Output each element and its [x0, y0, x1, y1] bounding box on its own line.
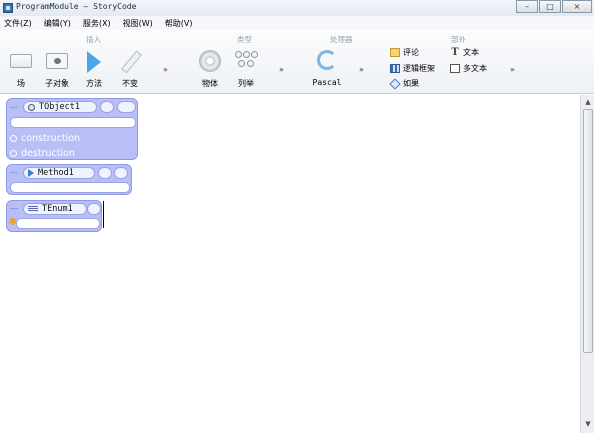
field-label: 场 [17, 79, 25, 88]
child-object-icon [46, 53, 68, 69]
construction-section[interactable]: construction [10, 133, 80, 144]
object-field-bar[interactable] [10, 117, 136, 128]
block-handle[interactable] [10, 208, 18, 209]
method-name: Method1 [38, 168, 74, 178]
invariant-label: 不变 [122, 79, 138, 88]
enum-name: TEnum1 [42, 204, 73, 214]
group-title-parts: 部外 [451, 35, 466, 44]
child-object-label: 子对象 [45, 79, 69, 88]
minimize-button[interactable]: – [516, 0, 538, 13]
object-button[interactable]: 物体 [193, 50, 227, 92]
object-name: TObject1 [39, 102, 80, 112]
destruction-dot-icon [10, 150, 17, 157]
scroll-up-icon[interactable]: ▲ [583, 97, 593, 107]
multi-text-icon [450, 64, 460, 73]
vertical-scrollbar[interactable]: ▲ ▼ [580, 95, 594, 433]
enumeration-icon [234, 50, 258, 72]
menu-file[interactable]: 文件(Z) [4, 18, 32, 29]
menu-view[interactable]: 视图(W) [123, 18, 153, 29]
block-handle[interactable] [10, 172, 18, 173]
logic-frame-label: 逻辑框架 [403, 64, 435, 73]
pascal-label: Pascal [312, 78, 342, 87]
multi-text-label: 多文本 [463, 64, 487, 73]
logic-frame-icon [390, 64, 400, 73]
logic-frame-item[interactable]: 逻辑框架 [390, 63, 435, 74]
method-play-icon [28, 169, 34, 177]
text-label: 文本 [463, 48, 479, 57]
multi-text-item[interactable]: 多文本 [450, 63, 487, 74]
window-controls: – □ × [515, 0, 592, 14]
app-icon [3, 3, 13, 13]
method-label: 方法 [86, 79, 102, 88]
object-option-button[interactable] [100, 101, 114, 113]
folder-icon [390, 48, 400, 57]
invariant-icon [118, 50, 142, 72]
field-button[interactable]: 场 [4, 50, 38, 92]
pascal-button[interactable]: Pascal [308, 50, 346, 92]
method-block[interactable]: Method1 [6, 164, 132, 195]
child-object-button[interactable]: 子对象 [40, 50, 74, 92]
menu-bar: 文件(Z) 编辑(Y) 服务(X) 视图(W) 帮助(V) [0, 16, 594, 30]
object-option-button-2[interactable] [117, 101, 136, 113]
enum-list-icon [28, 206, 38, 212]
insert-more-chevron-icon[interactable]: » [163, 65, 168, 74]
menu-edit[interactable]: 编辑(Y) [44, 18, 71, 29]
object-name-pill[interactable]: TObject1 [23, 101, 97, 113]
type-more-chevron-icon[interactable]: » [279, 65, 284, 74]
menu-service[interactable]: 服务(X) [83, 18, 111, 29]
group-title-processor: 处理器 [330, 35, 353, 44]
enum-block[interactable]: TEnum1 ✱ [6, 200, 102, 232]
method-body-bar[interactable] [10, 182, 130, 193]
invariant-button[interactable]: 不变 [113, 50, 147, 92]
if-icon [390, 79, 400, 88]
title-bar: ProgramModule — StoryCode – □ × [0, 0, 594, 16]
construction-label: construction [21, 133, 81, 144]
comment-label: 评论 [403, 48, 419, 57]
text-item[interactable]: T 文本 [450, 47, 479, 58]
enumeration-button[interactable]: 列举 [229, 50, 263, 92]
comment-item[interactable]: 评论 [390, 47, 419, 58]
construction-dot-icon [10, 135, 17, 142]
field-icon [10, 54, 32, 68]
group-title-type: 类型 [237, 35, 252, 44]
refresh-icon [317, 50, 337, 70]
text-t-icon: T [451, 47, 459, 58]
enumeration-label: 列举 [238, 79, 254, 88]
destruction-section[interactable]: destruction [10, 148, 75, 159]
object-label: 物体 [202, 79, 218, 88]
method-option-button-2[interactable] [114, 167, 128, 179]
object-icon [199, 50, 221, 72]
method-option-button[interactable] [98, 167, 112, 179]
editor-canvas[interactable]: TObject1 construction destruction Method… [0, 95, 580, 433]
method-name-pill[interactable]: Method1 [23, 167, 95, 179]
processor-more-chevron-icon[interactable]: » [359, 65, 364, 74]
object-block[interactable]: TObject1 construction destruction [6, 98, 138, 160]
block-handle[interactable] [10, 107, 18, 108]
method-button[interactable]: 方法 [77, 50, 111, 92]
menu-help[interactable]: 帮助(V) [165, 18, 193, 29]
ribbon-toolbar: 插入 类型 处理器 部外 场 子对象 方法 不变 » 物体 列举 » Pasca… [0, 30, 594, 94]
if-item[interactable]: 如果 [390, 78, 419, 89]
if-label: 如果 [403, 79, 419, 88]
scroll-down-icon[interactable]: ▼ [583, 419, 593, 429]
window-title: ProgramModule — StoryCode [16, 2, 137, 11]
destruction-label: destruction [21, 148, 75, 159]
method-icon [87, 51, 101, 73]
text-cursor [103, 201, 104, 228]
scroll-thumb[interactable] [583, 109, 593, 353]
parts-more-chevron-icon[interactable]: » [510, 65, 515, 74]
enum-value-bar[interactable] [16, 218, 100, 229]
enum-name-pill[interactable]: TEnum1 [23, 203, 87, 215]
maximize-button[interactable]: □ [539, 0, 561, 13]
group-title-insert: 插入 [86, 35, 101, 44]
close-button[interactable]: × [562, 0, 592, 13]
enum-option-button[interactable] [87, 203, 101, 215]
object-circle-icon [28, 103, 35, 111]
